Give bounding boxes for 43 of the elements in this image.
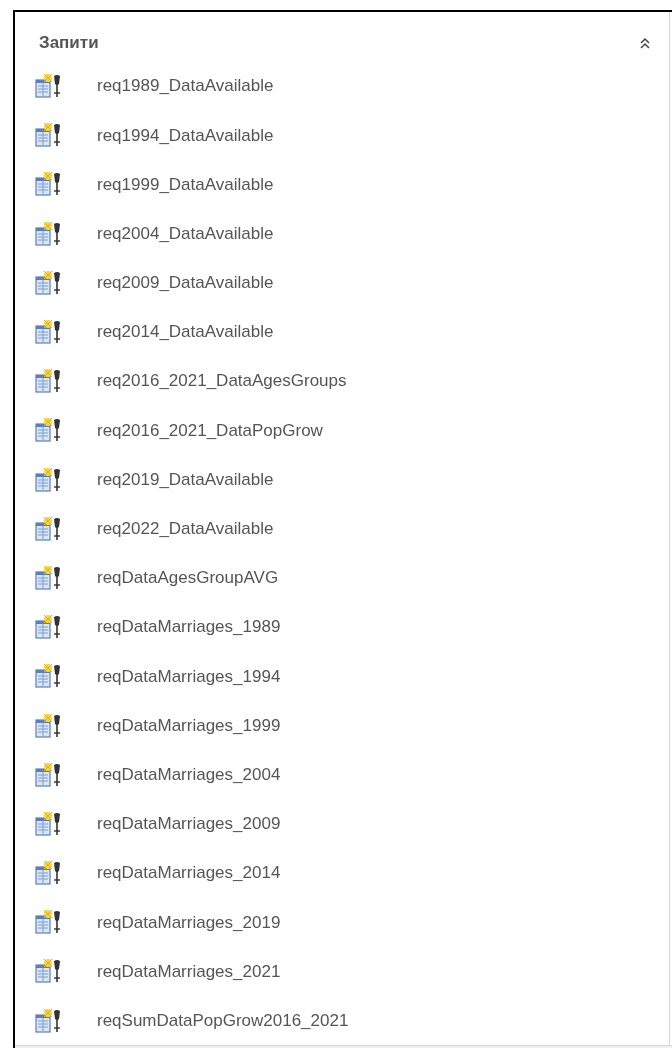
query-icon (35, 860, 61, 887)
group-header[interactable]: Запити (15, 12, 669, 62)
query-item[interactable]: reqDataMarriages_1989 (15, 602, 669, 652)
query-item[interactable]: req1994_DataAvailable (15, 110, 669, 160)
query-icon (35, 515, 61, 542)
query-icon (35, 958, 61, 985)
query-item[interactable]: req1999_DataAvailable (15, 159, 669, 210)
query-icon (35, 614, 61, 641)
query-icon (35, 564, 61, 591)
query-icon (35, 761, 61, 788)
query-item[interactable]: reqDataMarriages_2021 (15, 946, 669, 997)
query-icon (35, 663, 61, 690)
query-icon (35, 1007, 61, 1034)
query-item[interactable]: reqDataAgesGroupAVG (15, 553, 669, 603)
query-item[interactable]: reqSumDataPopGrow2016_2021 (15, 996, 669, 1046)
query-icon (35, 122, 61, 149)
query-item[interactable]: req2009_DataAvailable (15, 258, 669, 308)
query-icon (35, 171, 61, 198)
query-icon (35, 220, 61, 247)
query-item[interactable]: req2019_DataAvailable (15, 455, 669, 505)
query-icon (35, 810, 61, 837)
query-item[interactable]: reqDataMarriages_2004 (15, 750, 669, 800)
query-icon (35, 319, 61, 346)
query-item[interactable]: req2004_DataAvailable (15, 209, 669, 259)
query-icon (35, 73, 61, 100)
query-item[interactable]: reqDataMarriages_1994 (15, 651, 669, 701)
query-icon (35, 909, 61, 936)
query-item[interactable]: reqDataMarriages_2009 (15, 799, 669, 849)
collapse-icon[interactable] (639, 36, 651, 49)
query-item[interactable]: req2016_2021_DataPopGrow (15, 405, 669, 455)
query-icon (35, 417, 61, 444)
query-icon (35, 368, 61, 395)
query-icon (35, 269, 61, 296)
query-item[interactable]: reqDataMarriages_2019 (15, 897, 669, 947)
query-item[interactable]: req2014_DataAvailable (15, 307, 669, 357)
query-item[interactable]: req2016_2021_DataAgesGroups (15, 356, 669, 406)
query-item[interactable]: reqDataMarriages_2014 (15, 848, 669, 898)
query-item[interactable]: req2022_DataAvailable (15, 504, 669, 554)
group-title: Запити (39, 32, 99, 54)
query-item[interactable]: req1989_DataAvailable (15, 61, 669, 111)
query-icon (35, 712, 61, 739)
query-item[interactable]: reqDataMarriages_1999 (15, 700, 669, 751)
query-icon (35, 466, 61, 493)
